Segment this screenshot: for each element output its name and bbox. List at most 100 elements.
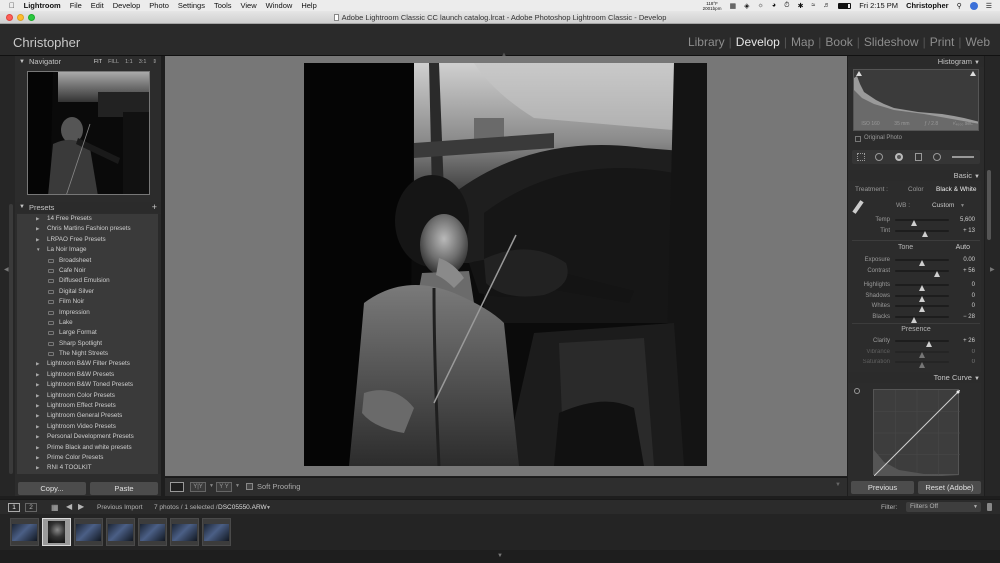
graduated-filter-icon[interactable] — [915, 153, 922, 161]
zoom-1-1[interactable]: 1:1 — [125, 56, 133, 68]
collapse-right-panel-icon[interactable]: ▶ — [990, 266, 995, 273]
preset-folder[interactable]: ▶ LRPAO Free Presets — [17, 235, 159, 245]
menubar-app-icon[interactable]: ⏱ — [784, 2, 789, 10]
saturation-slider-knob[interactable] — [919, 362, 925, 368]
shadow-clipping-icon[interactable] — [856, 71, 862, 76]
disclosure-triangle-icon[interactable]: ▼ — [19, 56, 25, 68]
menu-develop[interactable]: Develop — [113, 1, 141, 10]
temp-slider[interactable] — [895, 219, 949, 226]
grid-view-icon[interactable]: ▦ — [51, 503, 59, 512]
disclosure-closed-icon[interactable]: ▶ — [36, 453, 39, 463]
disclosure-closed-icon[interactable]: ▶ — [36, 359, 39, 369]
menubar-app-icon[interactable]: ◈ — [744, 2, 749, 10]
clarity-value[interactable]: + 26 — [963, 336, 975, 346]
app-icon[interactable] — [969, 1, 978, 10]
menu-help[interactable]: Help — [301, 1, 316, 10]
back-arrow-icon[interactable]: ◀ — [66, 502, 72, 511]
module-library[interactable]: Library — [684, 35, 729, 49]
filter-lock-icon[interactable] — [987, 503, 992, 511]
tint-slider-knob[interactable] — [922, 230, 929, 237]
preset-folder[interactable]: ▶ Personal Development Presets — [17, 432, 159, 442]
preset-folder[interactable]: ▶ Chris Martins Fashion presets — [17, 224, 159, 234]
filmstrip-thumbnail[interactable] — [202, 518, 231, 546]
menu-tools[interactable]: Tools — [214, 1, 232, 10]
left-scrollbar[interactable] — [9, 204, 13, 474]
crop-tool-icon[interactable] — [857, 153, 865, 161]
exposure-value[interactable]: 0.00 — [963, 255, 975, 265]
menubar-app-icon[interactable]: ☼ — [757, 2, 763, 9]
plus-icon[interactable]: + — [152, 202, 157, 212]
temp-value[interactable]: 5,600 — [960, 215, 975, 225]
tone-auto-button[interactable]: Auto — [956, 243, 970, 253]
battery-icon[interactable] — [838, 2, 852, 9]
whites-value[interactable]: 0 — [972, 301, 975, 311]
disclosure-triangle-icon[interactable]: ▼ — [974, 376, 980, 382]
preset-folder[interactable]: ▶ Prime Color Presets — [17, 453, 159, 463]
right-scrollbar[interactable] — [987, 170, 991, 240]
minimize-window-button[interactable] — [17, 14, 24, 21]
filmstrip-thumbnail[interactable] — [10, 518, 39, 546]
treatment-bw[interactable]: Black & White — [936, 184, 976, 195]
previous-button[interactable]: Previous — [851, 481, 914, 494]
tint-slider[interactable] — [895, 229, 949, 237]
volume-icon[interactable]: ♬ — [823, 2, 830, 9]
preset-folder[interactable]: ▶ Lightroom General Presets — [17, 411, 159, 421]
main-photo[interactable] — [304, 63, 707, 466]
zoom-fill[interactable]: FILL — [108, 56, 119, 68]
menu-view[interactable]: View — [241, 1, 257, 10]
disclosure-triangle-icon[interactable]: ▼ — [974, 174, 980, 180]
preset-folder[interactable]: ▶ Lightroom B&W Toned Presets — [17, 380, 159, 390]
presets-header[interactable]: ▼ Presets + — [15, 202, 161, 213]
highlights-slider[interactable] — [895, 284, 949, 291]
contrast-value[interactable]: + 56 — [963, 266, 975, 276]
disclosure-closed-icon[interactable]: ▶ — [36, 235, 39, 245]
contrast-slider-knob[interactable] — [934, 270, 941, 277]
page-2-button[interactable]: 2 — [25, 503, 37, 512]
left-panel-edge[interactable]: ◀ — [0, 56, 15, 496]
preset-item[interactable]: Film Noir — [17, 297, 159, 307]
preset-item[interactable]: Broadsheet — [17, 256, 159, 266]
highlights-value[interactable]: 0 — [972, 280, 975, 290]
search-icon[interactable]: ⚲ — [957, 2, 962, 10]
disclosure-closed-icon[interactable]: ▶ — [36, 443, 39, 453]
disclosure-closed-icon[interactable]: ▶ — [36, 380, 39, 390]
weather-widget[interactable]: 118°F 2001bpm — [703, 1, 722, 11]
module-slideshow[interactable]: Slideshow — [860, 35, 923, 49]
vibrance-slider[interactable] — [895, 350, 949, 358]
preset-folder[interactable]: ▼ La Noir Image — [17, 245, 159, 255]
disclosure-closed-icon[interactable]: ▶ — [36, 214, 39, 224]
zoom-3-1[interactable]: 3:1 — [139, 56, 147, 68]
preset-item[interactable]: The Night Streets — [17, 349, 159, 359]
disclosure-triangle-icon[interactable]: ▼ — [974, 60, 980, 66]
dropdown-arrow-icon[interactable]: ▼ — [266, 505, 271, 511]
clarity-slider[interactable] — [895, 340, 949, 347]
preset-item[interactable]: Digital Silver — [17, 287, 159, 297]
preset-item[interactable]: Large Format — [17, 328, 159, 338]
module-web[interactable]: Web — [962, 35, 994, 49]
disclosure-open-icon[interactable]: ▼ — [36, 245, 40, 255]
copy-button[interactable]: Copy... — [18, 482, 86, 495]
histogram-header[interactable]: Histogram ▼ — [848, 56, 984, 67]
tone-curve-graph[interactable] — [873, 389, 961, 477]
preset-item[interactable]: Cafe Noir — [17, 266, 159, 276]
disclosure-closed-icon[interactable]: ▶ — [36, 370, 39, 380]
preset-folder[interactable]: ▶ RNI 4 TOOLKIT — [17, 463, 159, 473]
filmstrip-source[interactable]: Previous Import — [97, 504, 143, 511]
blacks-slider[interactable] — [895, 315, 949, 323]
treatment-color[interactable]: Color — [908, 184, 924, 195]
module-print[interactable]: Print — [926, 35, 959, 49]
menu-lightroom[interactable]: Lightroom — [24, 1, 61, 10]
presets-scrollbar[interactable] — [158, 214, 161, 474]
menu-edit[interactable]: Edit — [91, 1, 104, 10]
saturation-slider[interactable] — [895, 361, 949, 368]
bottom-edge[interactable]: ▼ — [0, 550, 1000, 563]
preset-item[interactable]: Impression — [17, 308, 159, 318]
navigator-header[interactable]: ▼ Navigator FIT FILL 1:1 3:1 ⇕ — [15, 56, 161, 68]
filmstrip-filename[interactable]: DSC05550.ARW — [218, 504, 267, 511]
filmstrip-thumbnail[interactable] — [138, 518, 167, 546]
right-panel-edge[interactable]: ▶ — [985, 56, 1000, 496]
preset-folder[interactable]: ▶ Lightroom B&W Filter Presets — [17, 359, 159, 369]
preset-folder[interactable]: ▶ 14 Free Presets — [17, 214, 159, 224]
exposure-slider[interactable] — [895, 259, 949, 266]
navigator-preview[interactable] — [27, 71, 150, 195]
